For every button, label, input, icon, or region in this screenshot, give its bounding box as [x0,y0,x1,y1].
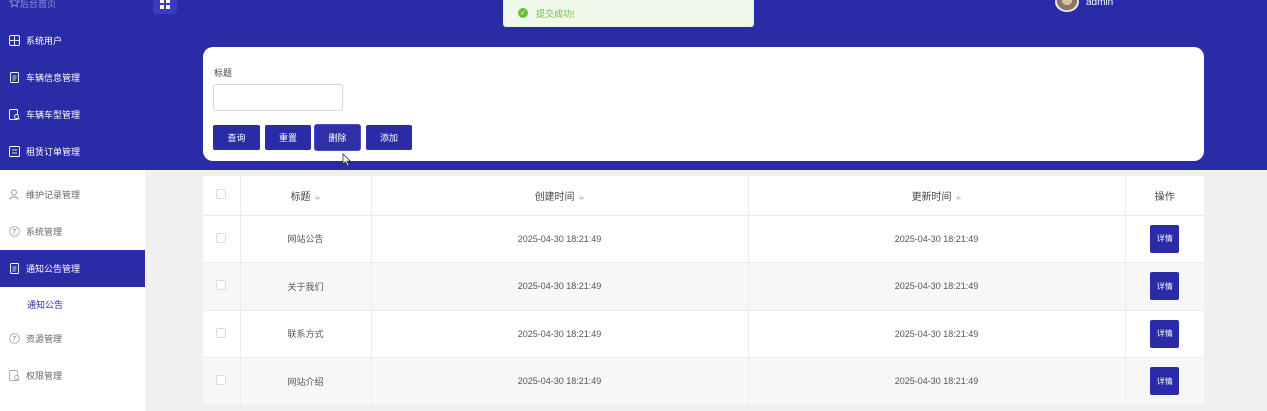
cell-created: 2025-04-30 18:21:49 [371,357,749,406]
select-all-cell[interactable] [203,176,241,216]
document-search-icon [9,370,20,381]
search-panel: 标题 查询 重置 删除 添加 [203,47,1204,161]
column-header-title-label: 标题 [290,191,311,203]
row-checkbox[interactable] [216,375,227,386]
cell-created: 2025-04-30 18:21:49 [371,262,749,311]
sidebar-item-system-users[interactable]: 系统用户 [0,22,145,59]
menu-toggle-button[interactable] [153,0,177,14]
row-select-cell[interactable] [203,215,241,263]
sort-icon[interactable]: ≑ [579,195,585,202]
column-header-actions: 操作 [1125,176,1204,216]
cell-updated: 2025-04-30 18:21:49 [748,262,1126,311]
cell-updated: 2025-04-30 18:21:49 [748,215,1126,263]
cell-title: 网站公告 [240,215,372,263]
cell-created: 2025-04-30 18:21:49 [371,310,749,358]
column-header-updated[interactable]: 更新时间 ≑ [748,176,1126,216]
detail-button[interactable]: 详情 [1150,224,1180,253]
grid-icon [160,0,170,9]
query-button[interactable]: 查询 [213,125,260,150]
sidebar-subitem-announcement[interactable]: 通知公告 [0,287,145,321]
sidebar-item-resources[interactable]: 资源管理 [0,320,145,357]
detail-button[interactable]: 详情 [1150,272,1180,301]
check-circle-icon: ✓ [518,8,528,18]
table-header-row: 标题 ≑ 创建时间 ≑ 更新时间 ≑ 操作 [203,176,1204,216]
select-all-checkbox[interactable] [216,188,227,199]
username[interactable]: admin [1086,0,1113,8]
table-row: 网站公告 2025-04-30 18:21:49 2025-04-30 18:2… [203,215,1204,263]
sort-icon[interactable]: ≑ [315,195,321,202]
cell-title: 网站介绍 [240,357,372,406]
document-icon [9,263,20,274]
chat-icon [9,226,20,237]
cell-actions: 详情 [1125,310,1204,358]
table-row: 关于我们 2025-04-30 18:21:49 2025-04-30 18:2… [203,262,1204,311]
page-background [1204,170,1267,411]
sidebar-item-vehicle-models[interactable]: 车辆车型管理 [0,96,145,133]
row-checkbox[interactable] [216,327,227,338]
sidebar-item-label: 资源管理 [26,334,63,344]
detail-button[interactable]: 详情 [1150,319,1180,348]
sidebar-item-label: 租赁订单管理 [26,147,81,157]
toast-message: 提交成功! [536,8,575,19]
sidebar-item-label: 车辆信息管理 [26,73,81,83]
document-search-icon [9,109,20,120]
cell-updated: 2025-04-30 18:21:49 [748,310,1126,358]
row-select-cell[interactable] [203,262,241,311]
column-header-created[interactable]: 创建时间 ≑ [371,176,749,216]
sidebar-item-label: 系统管理 [26,227,63,237]
cell-title: 关于我们 [240,262,372,311]
delete-button[interactable]: 删除 [315,125,360,150]
column-header-title[interactable]: 标题 ≑ [240,176,372,216]
sidebar-item-label: 权限管理 [26,371,63,381]
sidebar-item-label: 维护记录管理 [26,190,81,200]
user-icon [9,189,20,200]
grid-square-icon [9,35,20,46]
sidebar-item-vehicle-info[interactable]: 车辆信息管理 [0,59,145,96]
sidebar-item-maintenance[interactable]: 维护记录管理 [0,176,145,213]
cell-updated: 2025-04-30 18:21:49 [748,357,1126,406]
row-select-cell[interactable] [203,310,241,358]
row-checkbox[interactable] [216,280,227,291]
star-icon [8,0,21,10]
column-header-updated-label: 更新时间 [911,191,952,203]
reset-button[interactable]: 重置 [265,125,311,150]
sidebar-item-system-admin[interactable]: 系统管理 [0,213,145,250]
sidebar-item-label: 车辆车型管理 [26,110,81,120]
sidebar-item-label: 后台首页 [20,0,57,9]
sidebar: 后台首页 系统用户 车辆信息管理 车辆车型管理 租赁订单管理 维护记录管理 系统… [0,0,145,411]
table-row: 网站介绍 2025-04-30 18:21:49 2025-04-30 18:2… [203,357,1204,406]
sidebar-item-home[interactable]: 后台首页 [0,0,145,12]
detail-button[interactable]: 详情 [1150,367,1180,396]
chat-icon [9,333,20,344]
cell-actions: 详情 [1125,357,1204,406]
row-select-cell[interactable] [203,357,241,406]
sidebar-item-announcements[interactable]: 通知公告管理 [0,250,145,287]
cell-title: 联系方式 [240,310,372,358]
announcement-table: 标题 ≑ 创建时间 ≑ 更新时间 ≑ 操作 网站公告 2025-04-30 18:21… [203,176,1204,406]
sidebar-item-permissions[interactable]: 权限管理 [0,357,145,394]
table-row: 联系方式 2025-04-30 18:21:49 2025-04-30 18:2… [203,310,1204,358]
row-checkbox[interactable] [216,232,227,243]
sidebar-subitem-label: 通知公告 [27,299,64,310]
add-button[interactable]: 添加 [366,125,412,150]
cell-actions: 详情 [1125,262,1204,311]
column-header-created-label: 创建时间 [534,191,575,203]
cell-actions: 详情 [1125,215,1204,263]
document-icon [9,72,20,83]
mouse-cursor-icon [342,153,352,167]
sidebar-item-label: 通知公告管理 [26,264,81,274]
search-title-label: 标题 [214,68,233,78]
sort-icon[interactable]: ≑ [956,195,962,202]
cell-created: 2025-04-30 18:21:49 [371,215,749,263]
document-list-icon [9,146,20,157]
success-toast: ✓ 提交成功! [503,0,754,27]
sidebar-item-label: 系统用户 [26,36,63,46]
title-search-input[interactable] [213,84,343,111]
sidebar-item-rental-orders[interactable]: 租赁订单管理 [0,133,145,170]
